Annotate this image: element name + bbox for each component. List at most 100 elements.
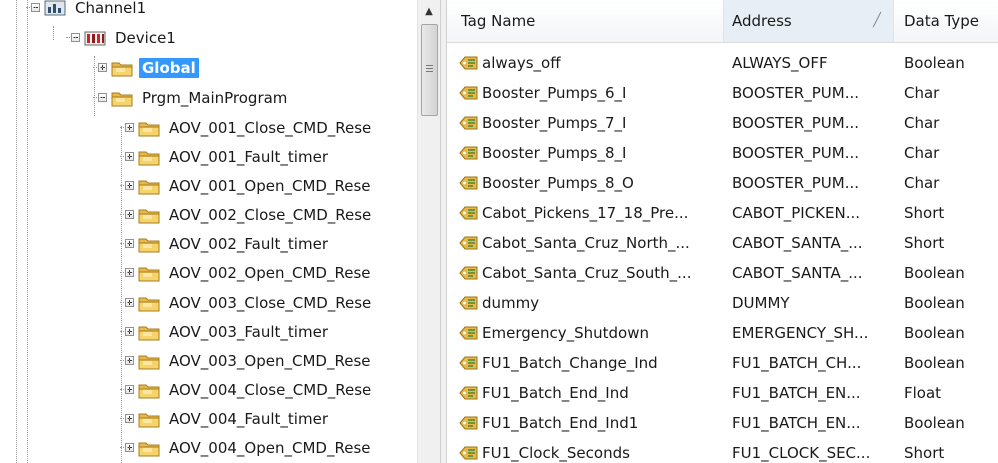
folder-icon	[138, 410, 160, 428]
tree-guide-line	[94, 56, 95, 116]
table-row[interactable]: FU1_Batch_End_Ind1 FU1_BATCH_EN... Boolean	[447, 408, 998, 438]
tree-node-label: AOV_001_Close_CMD_Rese	[169, 118, 372, 137]
tag-address: BOOSTER_PUM...	[732, 84, 859, 102]
sort-indicator-icon: ╱	[873, 13, 881, 28]
tag-name: FU1_Clock_Seconds	[482, 444, 630, 462]
tag-data-type: Char	[904, 174, 940, 192]
table-row[interactable]: Cabot_Santa_Cruz_South_... CABOT_SANTA_..…	[447, 258, 998, 288]
tree-node[interactable]: AOV_002_Open_CMD_Rese	[125, 258, 373, 287]
tag-address: FU1_BATCH_EN...	[732, 414, 861, 432]
table-row[interactable]: FU1_Batch_Change_Ind FU1_BATCH_CH... Boole…	[447, 348, 998, 378]
tree-vertical-scrollbar[interactable]: ▲	[417, 0, 440, 463]
tree-node[interactable]: AOV_004_Fault_timer	[125, 404, 331, 433]
column-header-label: Data Type	[904, 12, 980, 30]
address-cell: EMERGENCY_SH...	[732, 318, 892, 348]
tree-guide-line	[120, 389, 130, 390]
tag-list-pane[interactable]: Tag Name Address ╱ Data Type always_off A…	[447, 0, 998, 463]
tag-icon	[459, 326, 478, 340]
address-cell: BOOSTER_PUM...	[732, 168, 892, 198]
tag-name-cell: Booster_Pumps_6_I	[459, 78, 724, 108]
table-row[interactable]: Cabot_Pickens_17_18_Pre... CABOT_PICKEN..…	[447, 198, 998, 228]
tag-icon	[459, 56, 478, 70]
tag-data-type: Char	[904, 84, 940, 102]
tag-name: always_off	[482, 54, 561, 72]
tree-guide-line	[16, 0, 17, 463]
address-cell: FU1_BATCH_CH...	[732, 348, 892, 378]
tree-node[interactable]: Prgm_MainProgram	[98, 83, 290, 112]
table-row[interactable]: Booster_Pumps_6_I BOOSTER_PUM... Char	[447, 78, 998, 108]
table-row[interactable]: always_off ALWAYS_OFF Boolean	[447, 48, 998, 78]
column-header-tag-name[interactable]: Tag Name	[447, 0, 724, 42]
tag-name: FU1_Batch_End_Ind1	[482, 414, 639, 432]
tag-address: CABOT_SANTA_...	[732, 264, 863, 282]
tree-pane[interactable]: Channel1 Device1 Global Prgm_MainProgram AOV…	[0, 0, 417, 463]
tree-node[interactable]: AOV_004_Close_CMD_Rese	[125, 375, 374, 404]
table-row[interactable]: Booster_Pumps_8_I BOOSTER_PUM... Char	[447, 138, 998, 168]
table-row[interactable]: Emergency_Shutdown EMERGENCY_SH... Boolean	[447, 318, 998, 348]
tag-name: Cabot_Santa_Cruz_North_...	[482, 234, 690, 252]
tag-icon	[459, 386, 478, 400]
tag-data-type: Boolean	[904, 414, 965, 432]
scrollbar-thumb[interactable]	[421, 24, 438, 116]
pane-splitter[interactable]	[440, 0, 447, 463]
tree-guide-line	[120, 214, 130, 215]
tree-node[interactable]: Channel1	[31, 0, 149, 22]
data-type-cell: Short	[904, 438, 998, 463]
tree-guide-line	[66, 37, 76, 38]
tree-node[interactable]: AOV_003_Close_CMD_Rese	[125, 288, 374, 317]
tag-name: Booster_Pumps_7_I	[482, 114, 627, 132]
tag-address: DUMMY	[732, 294, 790, 312]
tag-name: Cabot_Santa_Cruz_South_...	[482, 264, 692, 282]
tree-guide-line	[93, 67, 103, 68]
tree-node[interactable]: AOV_002_Fault_timer	[125, 229, 331, 258]
data-type-cell: Float	[904, 378, 998, 408]
tag-name: Booster_Pumps_6_I	[482, 84, 627, 102]
tree-guide-line	[26, 7, 36, 8]
tag-data-type: Char	[904, 144, 940, 162]
address-cell: BOOSTER_PUM...	[732, 78, 892, 108]
tree-node[interactable]: AOV_001_Fault_timer	[125, 142, 331, 171]
column-header-address[interactable]: Address ╱	[724, 0, 894, 42]
tag-name-cell: Booster_Pumps_8_O	[459, 168, 724, 198]
tag-data-type: Boolean	[904, 294, 965, 312]
tag-name-cell: FU1_Batch_End_Ind1	[459, 408, 724, 438]
tree-node[interactable]: AOV_001_Open_CMD_Rese	[125, 171, 373, 200]
tag-address: BOOSTER_PUM...	[732, 114, 859, 132]
data-type-cell: Char	[904, 138, 998, 168]
tag-data-type: Boolean	[904, 264, 965, 282]
tree-node[interactable]: AOV_003_Open_CMD_Rese	[125, 346, 373, 375]
table-row[interactable]: FU1_Batch_End_Ind FU1_BATCH_EN... Float	[447, 378, 998, 408]
tag-icon	[459, 446, 478, 460]
tree-guide-line	[27, 0, 28, 463]
table-row[interactable]: Cabot_Santa_Cruz_North_... CABOT_SANTA_..…	[447, 228, 998, 258]
data-type-cell: Boolean	[904, 258, 998, 288]
tree-guide-line	[120, 302, 130, 303]
tree-node[interactable]: AOV_003_Fault_timer	[125, 317, 331, 346]
table-row[interactable]: FU1_Clock_Seconds FU1_CLOCK_SEC... Short	[447, 438, 998, 463]
folder-icon	[138, 439, 160, 457]
tree-node[interactable]: Global	[98, 53, 199, 82]
column-header-data-type[interactable]: Data Type	[894, 0, 998, 42]
table-row[interactable]: Booster_Pumps_7_I BOOSTER_PUM... Char	[447, 108, 998, 138]
tag-name-cell: Cabot_Santa_Cruz_South_...	[459, 258, 724, 288]
tag-name-cell: Booster_Pumps_8_I	[459, 138, 724, 168]
table-row[interactable]: Booster_Pumps_8_O BOOSTER_PUM... Char	[447, 168, 998, 198]
tree-node[interactable]: AOV_002_Close_CMD_Rese	[125, 200, 374, 229]
scroll-up-arrow-icon[interactable]: ▲	[418, 0, 440, 22]
tree-node-label: AOV_002_Open_CMD_Rese	[169, 263, 371, 282]
tag-address: CABOT_SANTA_...	[732, 234, 863, 252]
tree-node-label: AOV_001_Fault_timer	[169, 147, 328, 166]
tag-name-cell: FU1_Clock_Seconds	[459, 438, 724, 463]
tag-name: FU1_Batch_End_Ind	[482, 384, 629, 402]
address-cell: CABOT_SANTA_...	[732, 258, 892, 288]
tree-node-label: AOV_002_Fault_timer	[169, 234, 328, 253]
tag-icon	[459, 146, 478, 160]
tree-node[interactable]: AOV_004_Open_CMD_Rese	[125, 433, 373, 462]
tag-name-cell: Cabot_Santa_Cruz_North_...	[459, 228, 724, 258]
tag-name-cell: Booster_Pumps_7_I	[459, 108, 724, 138]
tree-node-label: AOV_003_Close_CMD_Rese	[169, 293, 372, 312]
tree-node[interactable]: Device1	[71, 23, 179, 52]
tree-node[interactable]: AOV_001_Close_CMD_Rese	[125, 113, 374, 142]
tag-data-type: Short	[904, 204, 945, 222]
table-row[interactable]: dummy DUMMY Boolean	[447, 288, 998, 318]
